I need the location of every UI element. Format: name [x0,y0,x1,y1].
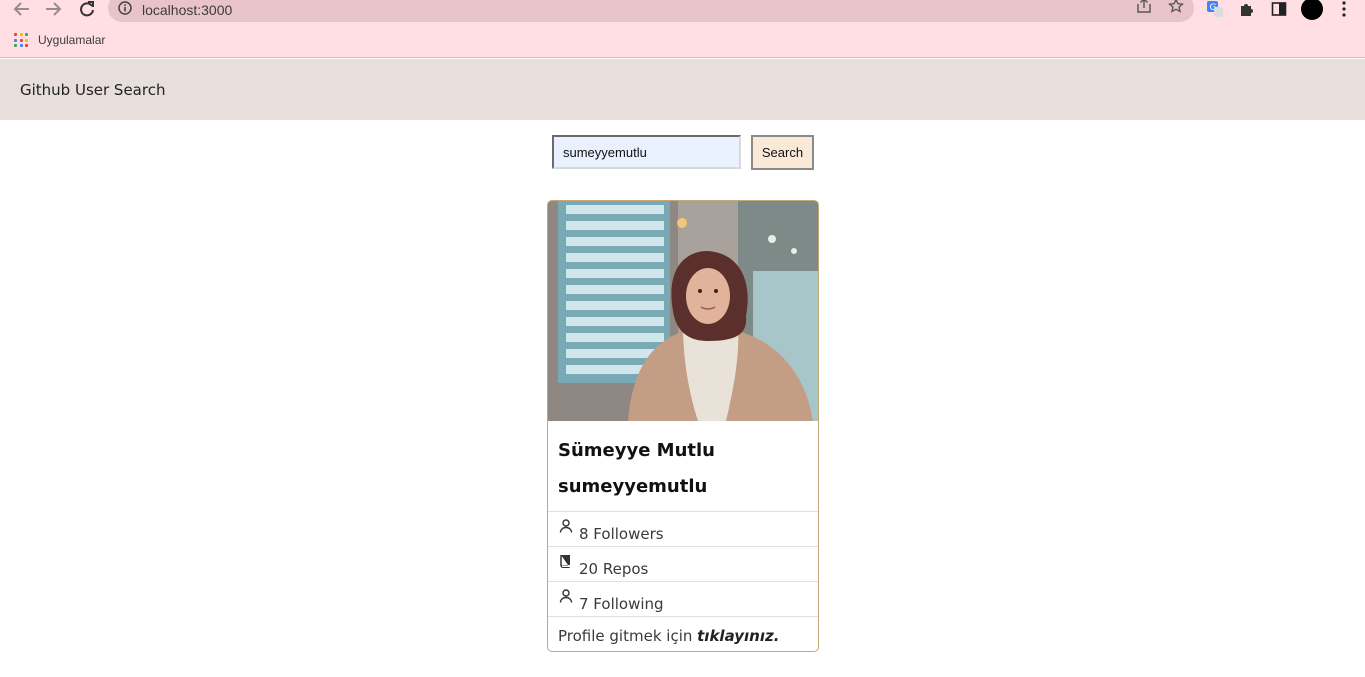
reload-icon[interactable] [75,0,99,20]
menu-dots-icon[interactable] [1333,0,1355,20]
following-row: 7 Following [548,582,818,617]
puzzle-icon[interactable] [1236,0,1258,20]
forward-arrow-icon[interactable] [42,0,66,20]
back-arrow-icon[interactable] [9,0,33,20]
book-icon [559,554,573,568]
address-bar[interactable]: localhost:3000 [108,0,1194,22]
followers-row: 8 Followers [548,512,818,547]
repos-row: 20 Repos [548,547,818,582]
followers-count: 8 Followers [579,525,664,543]
person-icon [559,519,573,533]
profile-link-text: Profile gitmek için tıklayınız. [558,627,779,645]
user-card-body: Sümeyye Mutlu sumeyyemutlu [548,421,818,512]
browser-chrome: localhost:3000 G Uygulamalar [0,0,1365,58]
app-navbar: Github User Search [0,59,1365,120]
following-count: 7 Following [579,595,664,613]
user-card: Sümeyye Mutlu sumeyyemutlu 8 Followers 2… [547,200,819,652]
search-input[interactable] [552,135,741,169]
translate-icon[interactable]: G [1204,0,1226,20]
person-icon [559,589,573,603]
sidepanel-icon[interactable] [1268,0,1290,20]
profile-avatar[interactable] [1301,0,1323,20]
apps-grid-icon[interactable] [14,33,28,47]
user-display-name: Sümeyye Mutlu [558,440,715,461]
profile-link[interactable]: tıklayınız. [697,627,779,645]
share-icon[interactable] [1134,0,1154,16]
star-icon[interactable] [1166,0,1186,16]
repos-count: 20 Repos [579,560,649,578]
bookmarks-bar: Uygulamalar [14,31,105,49]
user-avatar-image [548,201,818,421]
profile-link-prefix: Profile gitmek için [558,627,698,645]
brand-title[interactable]: Github User Search [20,81,165,99]
apps-bookmark-label[interactable]: Uygulamalar [38,33,105,47]
user-login: sumeyyemutlu [558,476,708,497]
url-text[interactable]: localhost:3000 [142,2,232,18]
search-button[interactable]: Search [751,135,814,170]
info-icon[interactable] [118,1,132,20]
